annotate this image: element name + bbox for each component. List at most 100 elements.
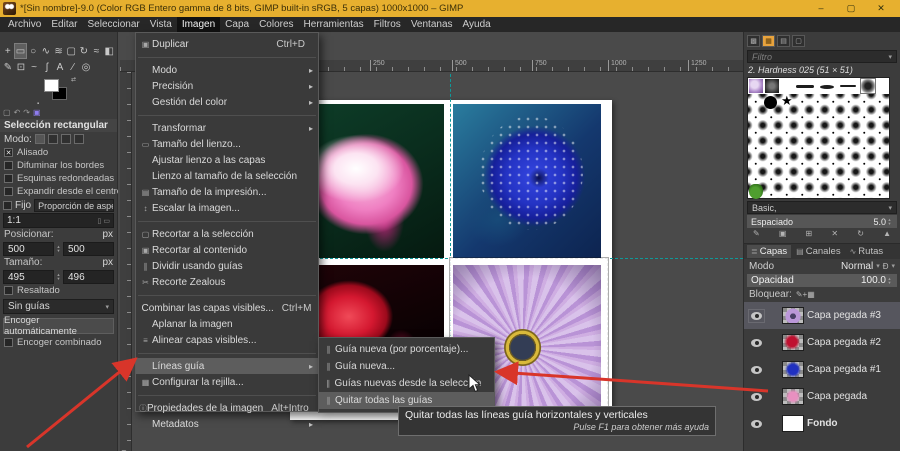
layer-mode-select[interactable]: Normal xyxy=(841,261,873,272)
tool-icon[interactable]: ◎ xyxy=(80,60,92,74)
menu-item[interactable] xyxy=(136,390,318,400)
dock-tab-icon[interactable]: ▢ xyxy=(3,108,11,118)
layer-row[interactable]: Capa pegada #3 xyxy=(744,302,900,329)
menu-item[interactable] xyxy=(136,216,318,226)
checkbox[interactable] xyxy=(4,148,13,157)
position-y-input[interactable]: 500 xyxy=(63,241,114,256)
auto-shrink-button[interactable]: Encoger automáticamente xyxy=(3,315,114,337)
tool-icon[interactable]: ○ xyxy=(27,44,39,58)
opacity-spinner[interactable] xyxy=(886,277,893,285)
tool-icon[interactable]: ⊡ xyxy=(15,60,27,74)
guides-select[interactable]: Sin guías ▾ xyxy=(3,299,114,314)
brush-thumbnail-oval[interactable] xyxy=(820,85,834,89)
menubar-item[interactable]: Seleccionar xyxy=(82,17,144,32)
menu-item[interactable]: Líneas guía xyxy=(136,358,318,374)
tool-icon[interactable]: ∕ xyxy=(67,60,79,74)
menubar-item[interactable]: Ayuda xyxy=(458,17,496,32)
visibility-toggle[interactable] xyxy=(748,390,765,404)
foreground-color-swatch[interactable] xyxy=(44,79,59,92)
menu-item[interactable]: Precisión xyxy=(136,78,318,94)
menubar-item[interactable]: Archivo xyxy=(3,17,46,32)
menubar-item[interactable]: Imagen xyxy=(176,17,221,32)
menu-item[interactable]: ⓘ Propiedades de la imagen Alt+Intro xyxy=(136,400,318,416)
swap-colors-icon[interactable]: ⇄ xyxy=(71,76,76,83)
mode-subtract-button[interactable] xyxy=(60,134,71,144)
menu-item[interactable]: Ajustar lienzo a las capas xyxy=(136,152,318,168)
layer-row[interactable]: Capa pegada #1 xyxy=(744,356,900,383)
menu-item[interactable]: ▦ Configurar la rejilla... xyxy=(136,374,318,390)
dockable-tab-icon[interactable]: ▤ xyxy=(777,35,790,47)
brush-category-select[interactable]: Basic, ▾ xyxy=(747,201,897,214)
position-spinner[interactable] xyxy=(55,245,62,253)
dockable-tab-icon[interactable]: ▦ xyxy=(762,35,775,47)
brush-thumbnail-circle[interactable] xyxy=(764,96,777,109)
fixed-checkbox[interactable] xyxy=(3,201,12,210)
vertical-ruler[interactable]: 1000 xyxy=(120,72,132,451)
checkbox[interactable] xyxy=(4,187,13,196)
lock-toggle-icon[interactable]: ▦ xyxy=(807,290,815,299)
mode-replace-button[interactable] xyxy=(34,134,45,144)
menubar-item[interactable]: Colores xyxy=(254,17,298,32)
checkbox[interactable] xyxy=(4,174,13,183)
spacing-spinner[interactable] xyxy=(886,218,893,226)
brush-thumbnail-clipboard-1[interactable] xyxy=(749,79,763,93)
brush-thumbnail-clipboard-2[interactable] xyxy=(765,79,779,93)
menu-item[interactable]: Transformar xyxy=(136,120,318,136)
size-spinner[interactable] xyxy=(55,273,62,281)
brush-action-icon[interactable]: ↻ xyxy=(857,229,864,241)
mode-intersect-button[interactable] xyxy=(73,134,84,144)
fixed-type-select[interactable]: Proporción de aspecto xyxy=(34,199,114,212)
mode-space-toggle[interactable]: Ð xyxy=(883,262,889,271)
brush-action-icon[interactable]: ✕ xyxy=(831,229,838,241)
tool-icon[interactable]: ↻ xyxy=(78,44,90,58)
visibility-toggle[interactable] xyxy=(748,336,765,350)
brush-thumbnail-line[interactable] xyxy=(796,85,814,88)
menu-item[interactable]: Combinar las capas visibles... Ctrl+M xyxy=(136,300,318,316)
brush-action-icon[interactable]: ▣ xyxy=(779,229,787,241)
dock-tab-icon[interactable]: ↶ xyxy=(14,108,21,118)
layers-dock-tab[interactable]: ∿ Rutas xyxy=(846,245,888,258)
menu-item[interactable]: Modo xyxy=(136,62,318,78)
menu-item[interactable]: ▢ Recortar a la selección xyxy=(136,226,318,242)
menu-item[interactable]: ▣ Duplicar Ctrl+D xyxy=(136,36,318,52)
tool-icon[interactable]: ▢ xyxy=(65,44,77,58)
menubar-item[interactable]: Filtros xyxy=(369,17,406,32)
opacity-slider[interactable]: Opacidad 100.0 xyxy=(747,274,897,287)
menu-item[interactable] xyxy=(136,348,318,358)
brush-filter-input[interactable]: Filtro ▾ xyxy=(747,50,897,63)
tool-icon[interactable]: ∿ xyxy=(40,44,52,58)
window-control-button[interactable]: – xyxy=(806,3,836,14)
menubar-item[interactable]: Editar xyxy=(46,17,82,32)
menu-item[interactable]: Metadatos xyxy=(136,416,318,432)
window-control-button[interactable]: ▢ xyxy=(836,3,866,14)
checkbox[interactable] xyxy=(4,161,13,170)
menubar-item[interactable]: Ventanas xyxy=(406,17,458,32)
menu-item[interactable]: ↕ Escalar la imagen... xyxy=(136,200,318,216)
position-unit-select[interactable]: px xyxy=(102,229,113,240)
highlight-checkbox[interactable] xyxy=(4,286,13,295)
menu-item[interactable]: ▣ Recortar al contenido xyxy=(136,242,318,258)
position-x-input[interactable]: 500 xyxy=(3,241,54,256)
ratio-portrait-icon[interactable]: ▯ xyxy=(98,217,102,225)
menubar-item[interactable]: Herramientas xyxy=(299,17,369,32)
layer-row[interactable]: Capa pegada #2 xyxy=(744,329,900,356)
size-height-input[interactable]: 496 xyxy=(63,269,114,284)
dockable-tab-icon[interactable]: ▢ xyxy=(792,35,805,47)
brush-spacing-slider[interactable]: Espaciado 5.0 xyxy=(747,215,897,228)
brush-action-icon[interactable]: ⊞ xyxy=(806,229,813,241)
brush-thumbnail-star[interactable]: ★ xyxy=(781,94,793,107)
menu-item[interactable]: ▤ Tamaño de la impresión... xyxy=(136,184,318,200)
menu-item[interactable]: ≡ Alinear capas visibles... xyxy=(136,332,318,348)
menu-item[interactable] xyxy=(136,52,318,62)
layers-dock-tab[interactable]: ≣ Capas xyxy=(747,245,792,258)
menubar-item[interactable]: Vista xyxy=(145,17,177,32)
menu-item[interactable]: Gestión del color xyxy=(136,94,318,110)
layer-row[interactable]: Fondo xyxy=(744,410,900,437)
ratio-landscape-icon[interactable]: ▭ xyxy=(103,217,110,225)
default-colors-icon[interactable]: ▪ xyxy=(37,101,39,107)
layer-row[interactable]: Capa pegada xyxy=(744,383,900,410)
submenu-item[interactable]: ∥ Guía nueva... xyxy=(319,358,494,375)
tool-icon[interactable]: ✎ xyxy=(2,60,14,74)
visibility-toggle[interactable] xyxy=(748,417,765,431)
size-unit-select[interactable]: px xyxy=(102,257,113,268)
